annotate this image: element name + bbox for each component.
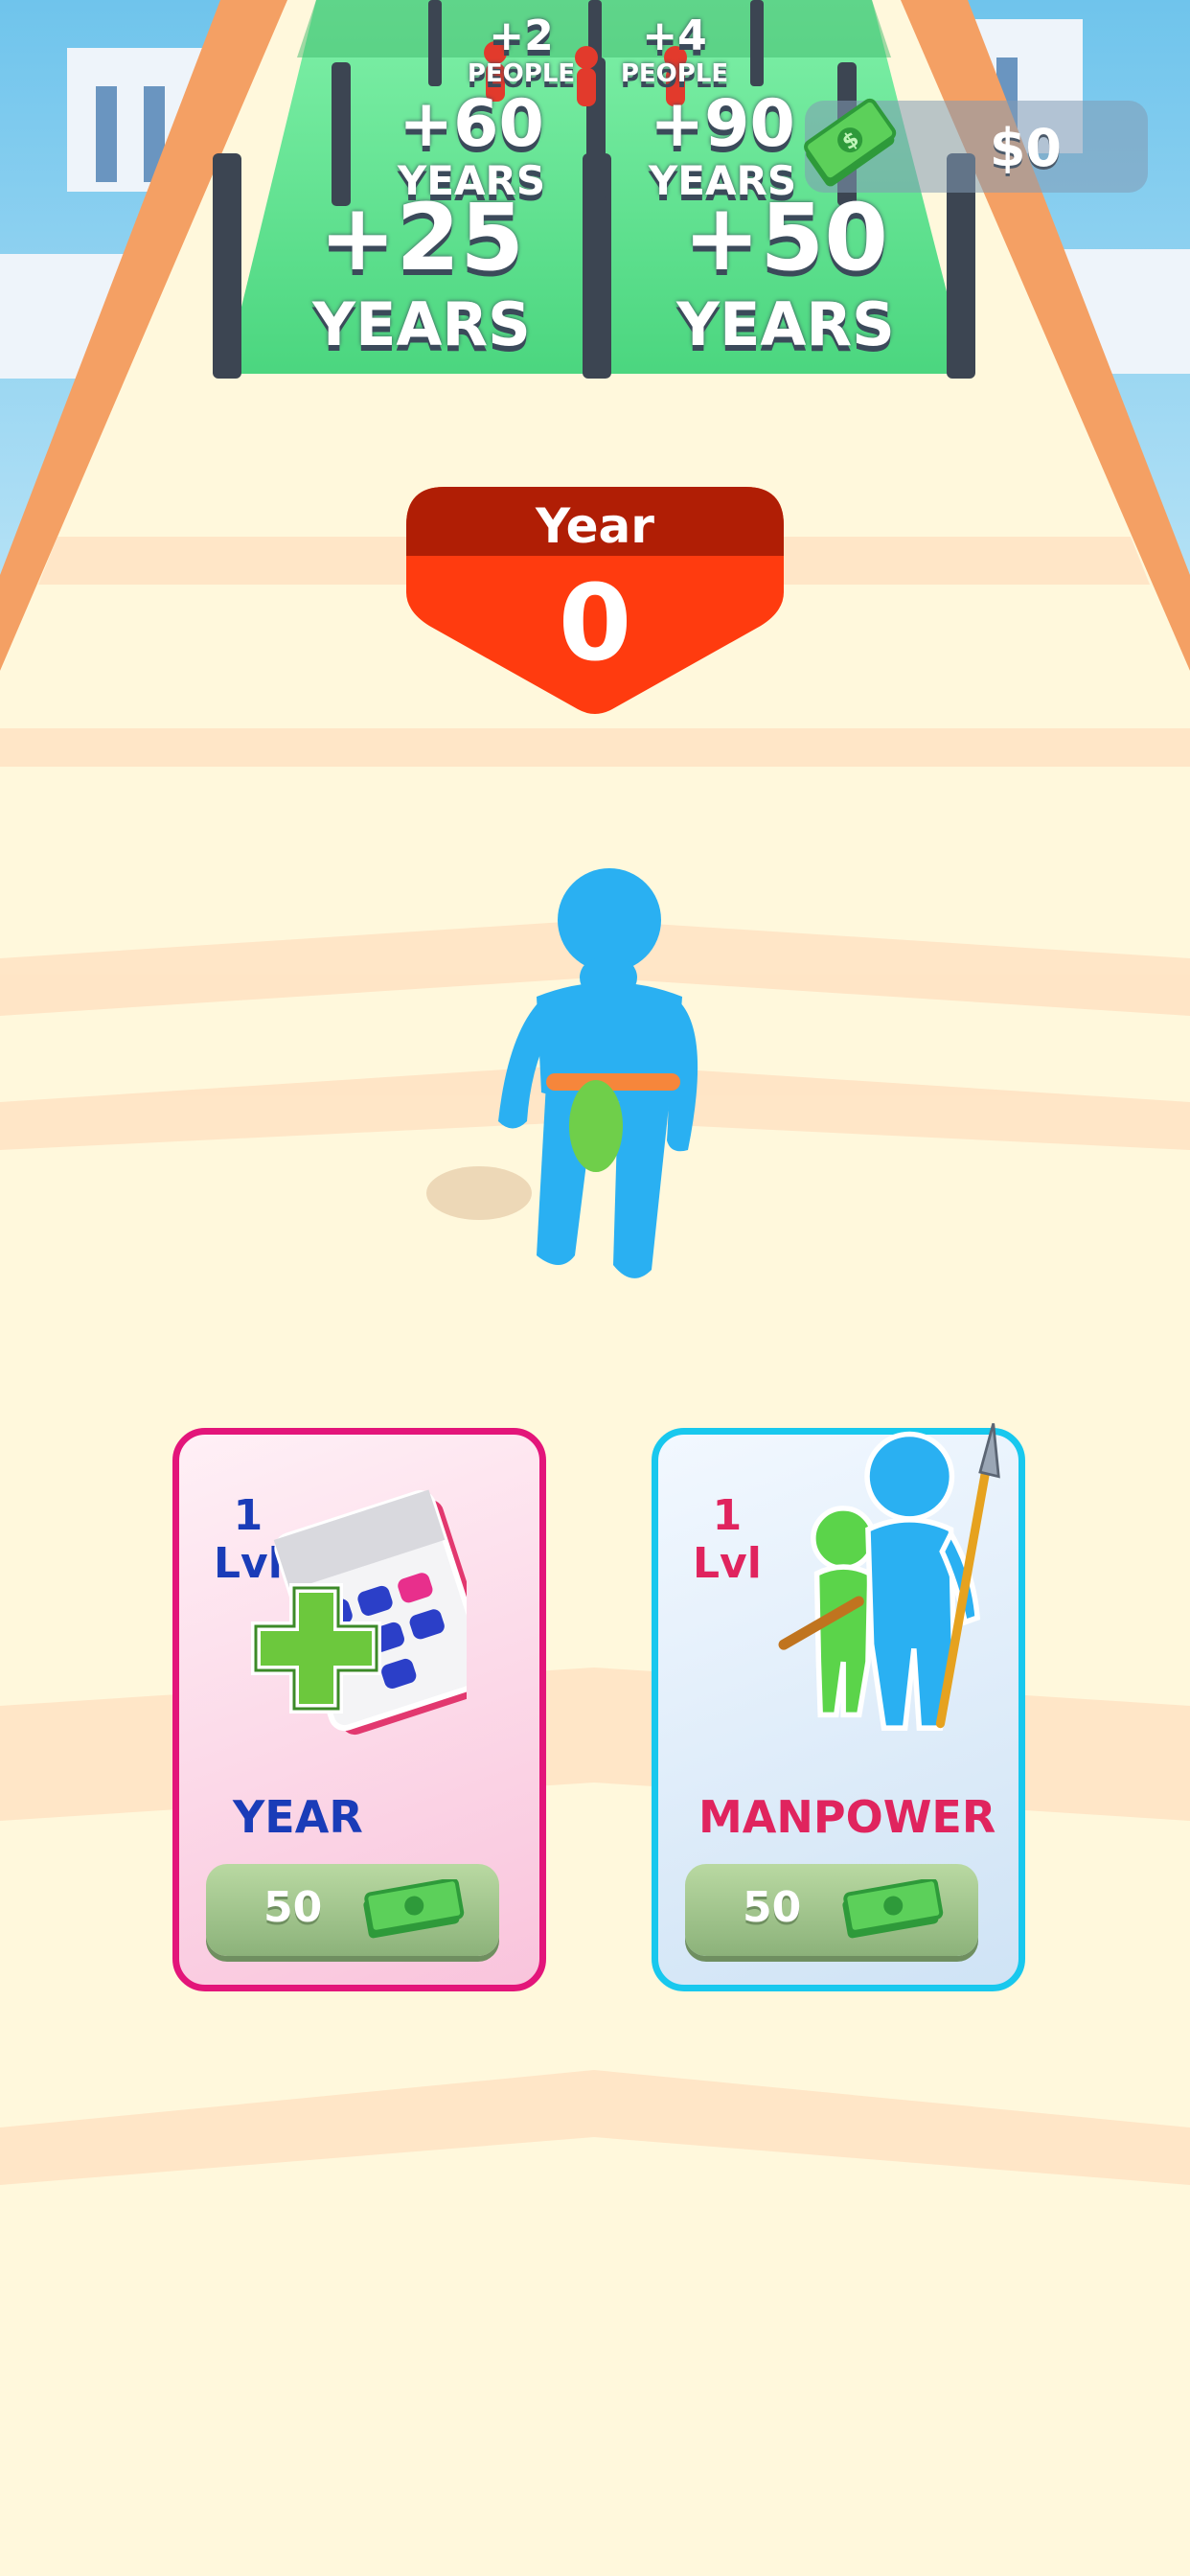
money-counter: $ $0 [804, 98, 1148, 193]
cash-icon [363, 1879, 465, 1939]
gate-near-left-value: +25 [318, 184, 525, 291]
gate-mid-left-value: +60 [399, 86, 544, 162]
year-value: 0 [558, 562, 632, 684]
gate-near-right-unit: YEARS [676, 289, 895, 359]
people-spear-icon [778, 1423, 1000, 1731]
buy-year-button[interactable]: 50 [206, 1864, 499, 1956]
loincloth-belt [546, 1073, 680, 1091]
leaf-loincloth [569, 1080, 623, 1172]
manpower-price: 50 [743, 1883, 802, 1932]
manpower-level-number: 1 [712, 1491, 743, 1540]
gate-far-right-value: +4 [642, 12, 707, 60]
cash-icon [842, 1879, 944, 1939]
year-label: Year [536, 498, 654, 554]
manpower-card-title: MANPOWER [698, 1791, 996, 1843]
gate-far-right-unit: PEOPLE [620, 59, 729, 88]
upgrade-card-year[interactable]: 1 Lvl YEAR 50 [172, 1428, 546, 1991]
gate-near-left-unit: YEARS [312, 289, 531, 359]
calendar-plus-icon [251, 1489, 467, 1736]
manpower-card-level: 1 Lvl [693, 1492, 762, 1588]
year-badge: Year 0 [406, 487, 784, 717]
gate-mid-left-unit: YEARS [397, 157, 546, 204]
gate-near-right-value: +50 [682, 184, 889, 291]
year-price: 50 [263, 1883, 323, 1932]
upgrade-card-manpower[interactable]: 1 Lvl MANPOWER 50 [652, 1423, 1025, 1991]
manpower-level-suffix: Lvl [693, 1539, 762, 1588]
buy-manpower-button[interactable]: 50 [685, 1864, 978, 1956]
money-amount: $0 [989, 118, 1062, 178]
cash-stack-icon: $ [804, 98, 897, 187]
game-scene [0, 0, 1190, 2576]
year-card-title: YEAR [233, 1791, 363, 1843]
